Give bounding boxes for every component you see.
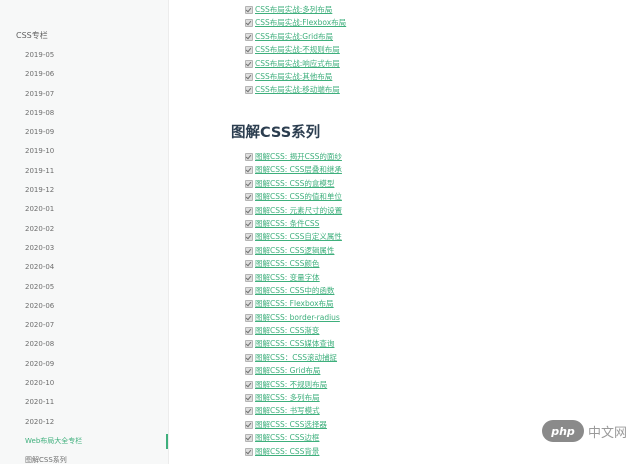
sidebar-item[interactable]: 2020-03 bbox=[0, 239, 168, 258]
sidebar-item[interactable]: 2020-05 bbox=[0, 278, 168, 297]
checkbox-icon bbox=[245, 286, 253, 295]
article-link[interactable]: 图解CSS: 条件CSS bbox=[255, 218, 319, 229]
checkbox-icon bbox=[245, 153, 253, 161]
article-link[interactable]: 图解CSS: CSS的值和单位 bbox=[255, 191, 342, 202]
article-link[interactable]: CSS布局实战:不规则布局 bbox=[255, 44, 340, 55]
checkbox-icon bbox=[245, 193, 253, 202]
article-link[interactable]: 图解CSS: Flexbox布局 bbox=[255, 298, 334, 309]
checkbox-icon bbox=[245, 6, 253, 14]
article-link[interactable]: CSS布局实战:其他布局 bbox=[255, 71, 332, 82]
article-link[interactable]: CSS布局实战:多列布局 bbox=[255, 4, 332, 15]
checkbox-icon bbox=[245, 233, 253, 242]
sidebar-item[interactable]: 2020-09 bbox=[0, 355, 168, 374]
article-link[interactable]: 图解CSS：CSS滚动捕捉 bbox=[255, 352, 337, 363]
article-link[interactable]: 图解CSS: 揭开CSS的面纱 bbox=[255, 151, 342, 162]
sidebar-item[interactable]: 2020-07 bbox=[0, 316, 168, 335]
article-link[interactable]: 图解CSS: CSS逻辑属性 bbox=[255, 245, 334, 256]
checkbox-icon bbox=[245, 420, 253, 429]
checkbox-icon bbox=[245, 340, 253, 349]
sidebar-item[interactable]: 2019-08 bbox=[0, 104, 168, 123]
sidebar-title: CSS专栏 bbox=[16, 31, 48, 40]
article-link[interactable]: 图解CSS: CSS背景 bbox=[255, 446, 319, 457]
article-link[interactable]: 图解CSS: 书写模式 bbox=[255, 405, 320, 416]
article-link[interactable]: 图解CSS: CSS媒体查询 bbox=[255, 338, 334, 349]
checkbox-icon bbox=[245, 86, 253, 95]
article-link[interactable]: CSS布局实战:Flexbox布局 bbox=[255, 17, 346, 28]
php-logo-badge: php bbox=[542, 420, 584, 442]
article-link[interactable]: CSS布局实战:响应式布局 bbox=[255, 58, 340, 69]
checkbox-icon bbox=[245, 434, 253, 443]
checkbox-icon bbox=[245, 166, 253, 175]
sidebar-list: 2019-05 2019-06 2019-07 2019-08 2019-09 2019-… bbox=[0, 46, 168, 471]
checkbox-icon bbox=[245, 300, 253, 309]
checkbox-icon bbox=[245, 179, 253, 188]
checkbox-icon bbox=[245, 72, 253, 81]
article-link[interactable]: 图解CSS: CSS中的函数 bbox=[255, 285, 334, 296]
sidebar-item[interactable]: Web布局大全专栏 bbox=[0, 432, 168, 451]
site-watermark: php 中文网 bbox=[542, 420, 627, 442]
checkbox-icon bbox=[245, 46, 253, 55]
article-link[interactable]: 图解CSS: 元素尺寸的设置 bbox=[255, 205, 342, 216]
article-link[interactable]: 图解CSS: CSS渐变 bbox=[255, 325, 319, 336]
sidebar-item[interactable]: 2019-09 bbox=[0, 123, 168, 142]
sidebar-item[interactable]: 2020-06 bbox=[0, 297, 168, 316]
checkbox-icon bbox=[245, 206, 253, 215]
sidebar-item[interactable]: 2020-10 bbox=[0, 374, 168, 393]
section-heading: 图解CSS系列 bbox=[231, 125, 321, 141]
article-link[interactable]: 图解CSS: 多列布局 bbox=[255, 392, 320, 403]
sidebar-item[interactable]: 2019-11 bbox=[0, 162, 168, 181]
checkbox-icon bbox=[245, 246, 253, 255]
article-link[interactable]: 图解CSS: CSS自定义属性 bbox=[255, 231, 342, 242]
sidebar-item[interactable]: 2020-02 bbox=[0, 220, 168, 239]
article-link[interactable]: 图解CSS: 不规则布局 bbox=[255, 379, 327, 390]
sidebar-item[interactable]: 2019-12 bbox=[0, 181, 168, 200]
checkbox-icon bbox=[245, 219, 253, 228]
checkbox-icon bbox=[245, 59, 253, 68]
article-link[interactable]: CSS布局实战:Grid布局 bbox=[255, 31, 333, 42]
article-link[interactable]: 图解CSS: CSS边框 bbox=[255, 432, 319, 443]
checkbox-icon bbox=[245, 327, 253, 336]
checkbox-icon bbox=[245, 353, 253, 362]
article-link[interactable]: CSS布局实战:移动端布局 bbox=[255, 84, 340, 95]
sidebar-item[interactable]: 2019-06 bbox=[0, 65, 168, 84]
checkbox-icon bbox=[245, 260, 253, 269]
article-link[interactable]: 图解CSS: CSS颜色 bbox=[255, 258, 319, 269]
checkbox-icon bbox=[245, 313, 253, 322]
sidebar-item[interactable]: 2020-01 bbox=[0, 200, 168, 219]
checkbox-icon bbox=[245, 32, 253, 41]
sidebar-item[interactable]: 图解CSS系列 bbox=[0, 451, 168, 470]
sidebar: CSS专栏 2019-05 2019-06 2019-07 2019-08 2019-0… bbox=[0, 0, 169, 464]
checkbox-icon bbox=[245, 394, 253, 403]
article-link[interactable]: 图解CSS: Grid布局 bbox=[255, 365, 320, 376]
checkbox-icon bbox=[245, 447, 253, 456]
sidebar-item[interactable]: 2019-07 bbox=[0, 85, 168, 104]
checkbox-icon bbox=[245, 407, 253, 416]
checkbox-icon bbox=[245, 19, 253, 28]
checkbox-icon bbox=[245, 367, 253, 376]
sidebar-item[interactable]: 2020-12 bbox=[0, 413, 168, 432]
article-link[interactable]: 图解CSS: 变量字体 bbox=[255, 272, 320, 283]
sidebar-item[interactable]: 2020-04 bbox=[0, 258, 168, 277]
checkbox-icon bbox=[245, 380, 253, 389]
sidebar-item[interactable]: 2019-05 bbox=[0, 46, 168, 65]
sidebar-item[interactable]: 2019-10 bbox=[0, 142, 168, 161]
watermark-text: 中文网 bbox=[588, 425, 628, 441]
sidebar-item[interactable]: 2020-08 bbox=[0, 335, 168, 354]
checkbox-icon bbox=[245, 273, 253, 282]
article-link[interactable]: 图解CSS: CSS选择器 bbox=[255, 419, 327, 430]
article-link[interactable]: 图解CSS: border-radius bbox=[255, 312, 340, 323]
article-link[interactable]: 图解CSS: CSS的盒模型 bbox=[255, 178, 334, 189]
article-link[interactable]: 图解CSS: CSS层叠和继承 bbox=[255, 164, 342, 175]
sidebar-item[interactable]: 2020-11 bbox=[0, 393, 168, 412]
